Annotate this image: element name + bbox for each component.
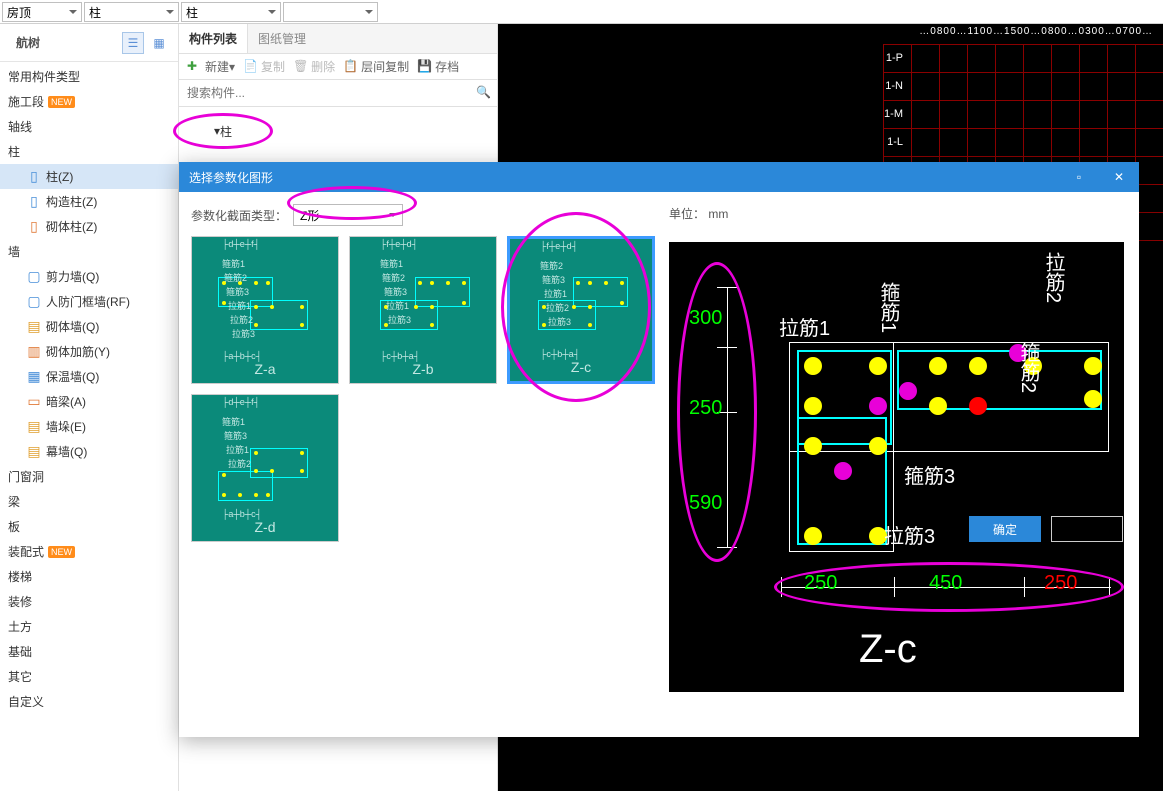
tree-item[interactable]: 装修 <box>0 589 178 614</box>
tree-item[interactable]: 自定义 <box>0 689 178 714</box>
tree-child-item[interactable]: ▤砌体墙(Q) <box>0 314 178 339</box>
dialog-minimize-icon[interactable]: ▫ <box>1059 162 1099 192</box>
pv-label-lajin1: 拉筋1 <box>779 312 830 341</box>
top-select-4[interactable] <box>283 2 378 22</box>
axis-label: 1-L <box>887 136 903 148</box>
pv-label-lajin2: 拉筋2 <box>1039 252 1068 303</box>
shape-thumb-Z-a[interactable]: 箍筋1箍筋2箍筋3拉筋1拉筋2拉筋3 ├d┼e┼f┤ ├a┼b┼c┤ Z-a <box>191 236 339 384</box>
shape-thumb-Z-d[interactable]: 箍筋1箍筋3拉筋1拉筋2 ├d┼e┼f┤ ├a┼b┼c┤ Z-d <box>191 394 339 542</box>
tree-item[interactable]: 装配式NEW <box>0 539 178 564</box>
tab-component-list[interactable]: 构件列表 <box>179 24 248 53</box>
shape-thumb-Z-b[interactable]: 箍筋1箍筋2箍筋3拉筋1拉筋3 ├f┼e┼d┤ ├c┼b┼a┤ Z-b <box>349 236 497 384</box>
axis-label: 1-P <box>886 52 903 64</box>
tree-item[interactable]: 门窗洞 <box>0 464 178 489</box>
tree-child-item[interactable]: ▢人防门框墙(RF) <box>0 289 178 314</box>
section-shape-dialog: 选择参数化图形 ▫ ✕ 参数化截面类型： Z形 单位： mm 箍筋1箍筋2箍筋3… <box>179 162 1139 737</box>
dialog-title: 选择参数化图形 <box>189 169 273 186</box>
search-input[interactable] <box>179 80 497 106</box>
top-select-2[interactable]: 柱 <box>84 2 179 22</box>
top-filter-bar: 房顶 柱 柱 <box>0 0 1163 24</box>
new-button[interactable]: ✚新建 ▾ <box>187 58 235 75</box>
cancel-button[interactable]: 取消 <box>1051 516 1123 542</box>
tree-item[interactable]: 其它 <box>0 664 178 689</box>
delete-button[interactable]: 🗑删除 <box>293 58 335 75</box>
tree-child-item[interactable]: ▦保温墙(Q) <box>0 364 178 389</box>
tree-item[interactable]: 基础 <box>0 639 178 664</box>
tree-child-item[interactable]: ▥砌体加筋(Y) <box>0 339 178 364</box>
unit-label: 单位： <box>669 207 705 221</box>
pv-shape-name: Z-c <box>859 627 917 672</box>
tree-item[interactable]: 土方 <box>0 614 178 639</box>
cad-top-dims: …0800…1100…1500…0800…0300…0700… <box>919 26 1153 37</box>
tree-item[interactable]: 常用构件类型 <box>0 64 178 89</box>
copy-button[interactable]: 📄复制 <box>243 58 285 75</box>
top-select-1[interactable]: 房顶 <box>2 2 82 22</box>
tree-item[interactable]: 梁 <box>0 489 178 514</box>
pv-label-gujin1: 箍筋1 <box>874 282 903 333</box>
tree-child-item[interactable]: ▭暗梁(A) <box>0 389 178 414</box>
tab-drawing-mgmt[interactable]: 图纸管理 <box>248 24 316 53</box>
list-root-item[interactable]: ▾ 柱 <box>173 113 273 149</box>
pv-label-gujin3: 箍筋3 <box>904 460 955 489</box>
tree-item[interactable]: 施工段NEW <box>0 89 178 114</box>
tree-child-item[interactable]: ▤幕墙(Q) <box>0 439 178 464</box>
tree-child-item[interactable]: ▯构造柱(Z) <box>0 189 178 214</box>
section-type-label: 参数化截面类型： <box>191 207 287 224</box>
tree-child-item[interactable]: ▢剪力墙(Q) <box>0 264 178 289</box>
pv-label-gujin2: 箍筋2 <box>1014 342 1043 393</box>
tree-item[interactable]: 楼梯 <box>0 564 178 589</box>
top-select-3[interactable]: 柱 <box>181 2 281 22</box>
unit-value: mm <box>708 207 728 221</box>
search-icon[interactable]: 🔍 <box>476 85 491 99</box>
tree-child-item[interactable]: ▯砌体柱(Z) <box>0 214 178 239</box>
tree-child-item[interactable]: ▤墙垛(E) <box>0 414 178 439</box>
ok-button[interactable]: 确定 <box>969 516 1041 542</box>
tree-child-item[interactable]: ▯柱(Z) <box>0 164 178 189</box>
section-preview: 300 250 590 250 450 250 拉筋1 箍筋1 拉筋2 箍筋2 … <box>669 242 1124 692</box>
pv-label-lajin3: 拉筋3 <box>884 520 935 549</box>
tree-item[interactable]: 柱 <box>0 139 178 164</box>
dialog-close-icon[interactable]: ✕ <box>1099 162 1139 192</box>
axis-label: 1-M <box>884 108 903 120</box>
nav-tree-list: 常用构件类型施工段NEW轴线柱▯柱(Z)▯构造柱(Z)▯砌体柱(Z)墙▢剪力墙(… <box>0 62 178 716</box>
save-button[interactable]: 💾存档 <box>417 58 459 75</box>
tree-item[interactable]: 墙 <box>0 239 178 264</box>
tree-view-list-icon[interactable]: ☰ <box>122 32 144 54</box>
axis-label: 1-N <box>885 80 903 92</box>
tree-view-card-icon[interactable]: ▦ <box>148 32 170 54</box>
tree-item[interactable]: 轴线 <box>0 114 178 139</box>
nav-tree-panel: 航树 ☰ ▦ 常用构件类型施工段NEW轴线柱▯柱(Z)▯构造柱(Z)▯砌体柱(Z… <box>0 24 178 791</box>
layer-copy-button[interactable]: 📋层间复制 <box>343 58 409 75</box>
nav-tree-title: 航树 <box>8 28 48 57</box>
tree-item[interactable]: 板 <box>0 514 178 539</box>
